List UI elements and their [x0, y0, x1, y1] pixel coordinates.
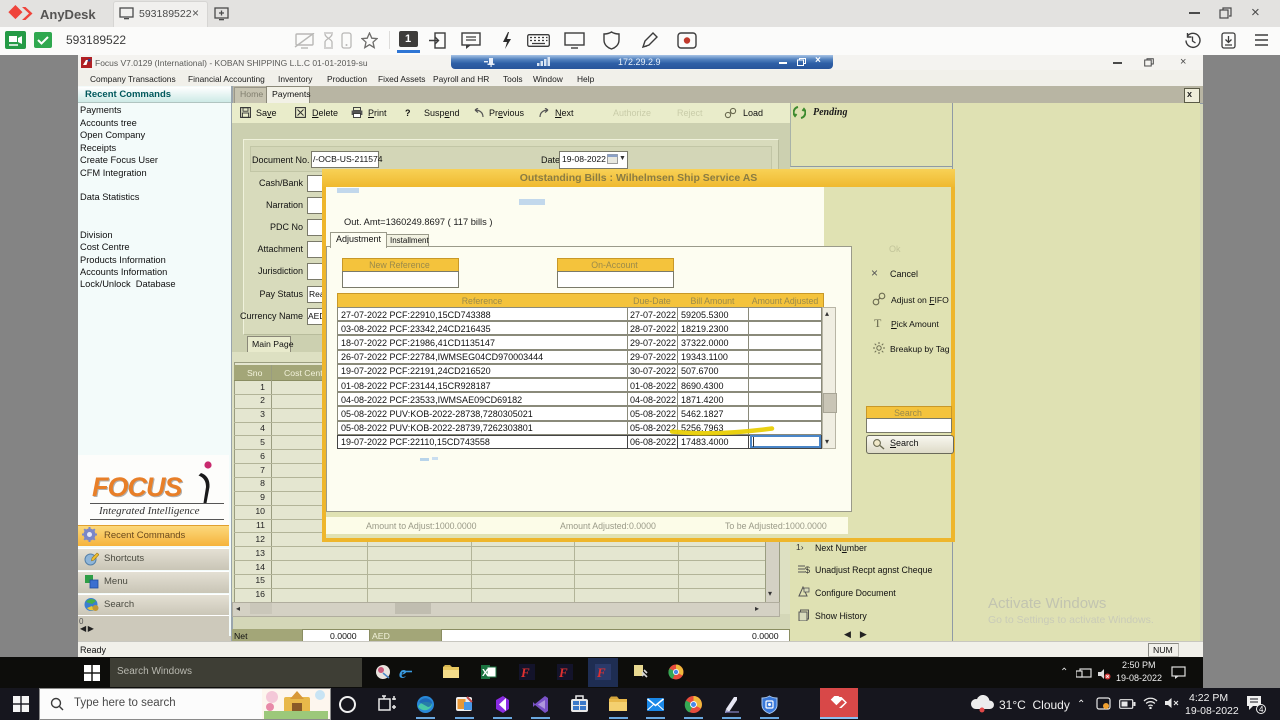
svg-text:4: 4: [1259, 705, 1264, 714]
svg-text:F: F: [558, 665, 568, 680]
svg-text:F: F: [596, 665, 606, 680]
svg-text:F: F: [520, 665, 530, 680]
svg-text:$: $: [805, 565, 810, 575]
svg-text:X: X: [482, 668, 489, 679]
